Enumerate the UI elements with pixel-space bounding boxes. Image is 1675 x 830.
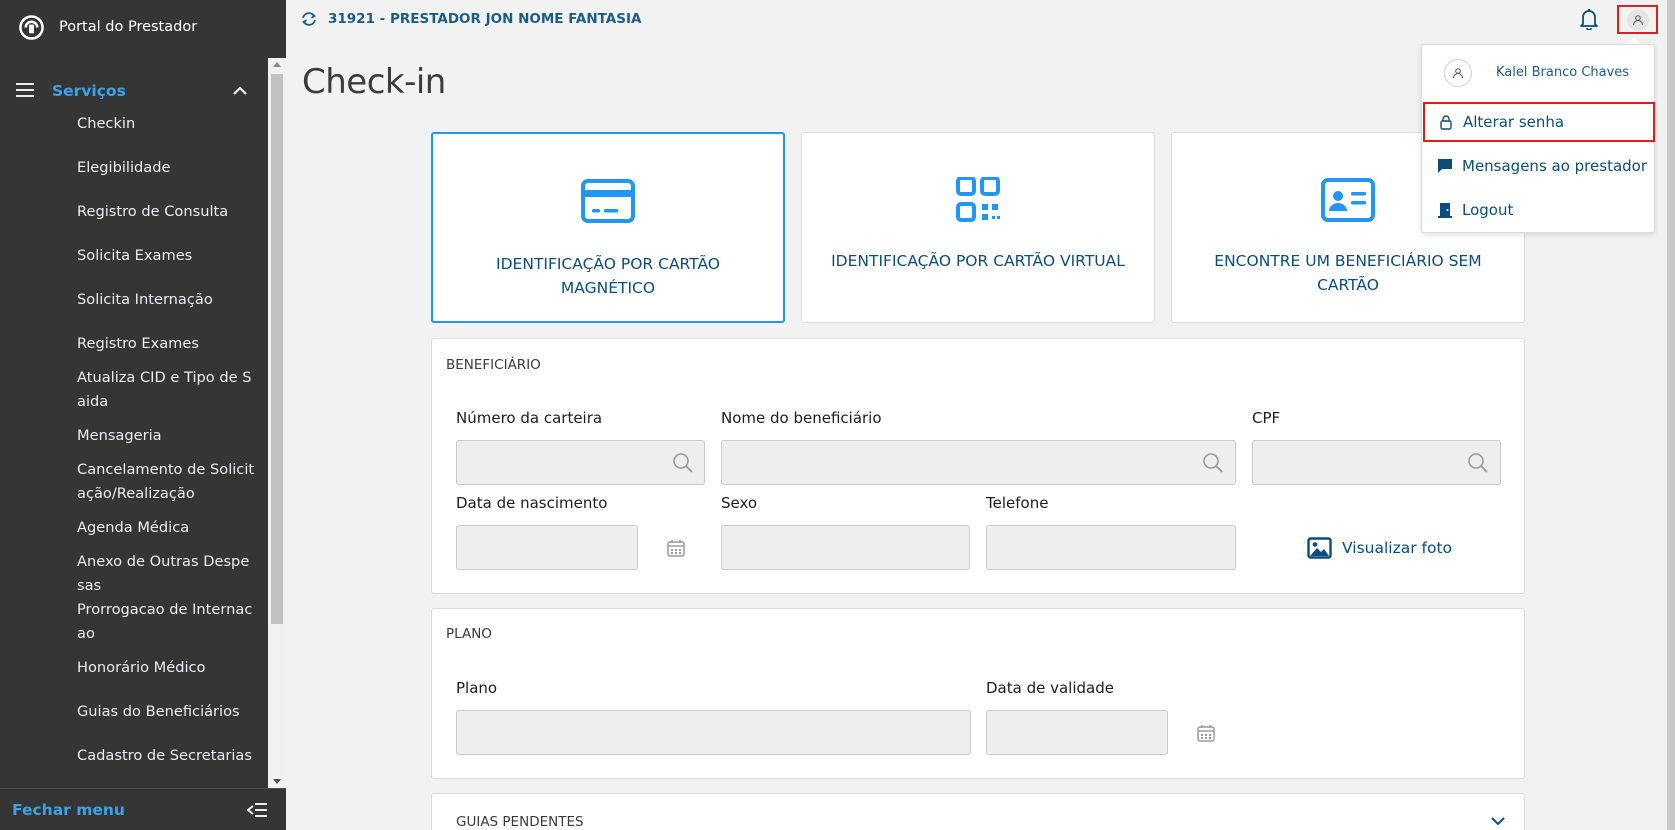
card-magnetic[interactable]: IDENTIFICAÇÃO POR CARTÃO MAGNÉTICO (431, 132, 785, 323)
card-magnetic-label: IDENTIFICAÇÃO POR CARTÃO MAGNÉTICO (496, 255, 720, 297)
logout-menu-item[interactable]: Logout (1422, 190, 1654, 230)
topbar: 31921 - PRESTADOR JON NOME FANTASIA (286, 0, 1675, 38)
data-nascimento-field[interactable] (456, 525, 638, 570)
sidebar-brand[interactable]: Portal do Prestador (0, 0, 286, 56)
visualizar-foto-label: Visualizar foto (1342, 539, 1453, 557)
data-validade-label: Data de validade (986, 679, 1114, 697)
sidebar-item-honorario[interactable]: Honorário Médico (77, 656, 257, 680)
user-icon (1453, 68, 1463, 79)
cpf-field[interactable] (1252, 440, 1501, 485)
scroll-down-arrow-icon[interactable] (273, 779, 281, 784)
sync-icon[interactable] (301, 11, 317, 27)
dropdown-username: Kalel Branco Chaves (1496, 65, 1630, 80)
calendar-icon[interactable] (1196, 723, 1216, 743)
sidebar-section-servicos[interactable]: Serviços (0, 68, 268, 108)
telefone-field[interactable] (986, 525, 1236, 570)
guias-pendentes-panel[interactable]: GUIAS PENDENTES (431, 793, 1525, 830)
sidebar-item-solicita-exames[interactable]: Solicita Exames (77, 244, 257, 268)
sidebar-item-checkin[interactable]: Checkin (77, 112, 257, 136)
logout-label: Logout (1462, 201, 1514, 219)
avatar (1444, 59, 1472, 87)
numero-carteira-label: Número da carteira (456, 409, 603, 427)
user-dropdown: Kalel Branco Chaves Alterar senha Mensag… (1421, 44, 1655, 233)
beneficiario-title: BENEFICIÁRIO (446, 357, 541, 373)
sidebar-item-anexo-despesas[interactable]: Anexo de Outras Despe sas (77, 550, 257, 598)
sidebar-item-guias-beneficiarios[interactable]: Guias do Beneficiários (77, 700, 257, 724)
sidebar-item-solicita-internacao[interactable]: Solicita Internação (77, 288, 257, 312)
image-icon (1307, 537, 1332, 559)
close-menu-label: Fechar menu (12, 801, 125, 819)
cpf-label: CPF (1252, 409, 1281, 427)
guias-pendentes-title: GUIAS PENDENTES (456, 814, 584, 830)
visualizar-foto-button[interactable]: Visualizar foto (1307, 535, 1452, 561)
search-icon[interactable] (1467, 452, 1489, 474)
menu-icon (16, 83, 34, 97)
logout-door-icon (1438, 203, 1452, 218)
sidebar-item-elegibilidade[interactable]: Elegibilidade (77, 156, 257, 180)
card-virtual[interactable]: IDENTIFICAÇÃO POR CARTÃO VIRTUAL (801, 132, 1155, 323)
user-menu-button[interactable] (1617, 5, 1658, 34)
mensagens-label: Mensagens ao prestador (1462, 157, 1648, 175)
page-scrollbar[interactable] (1667, 0, 1675, 830)
search-icon[interactable] (672, 452, 694, 474)
close-menu-button[interactable]: Fechar menu (0, 788, 286, 830)
nome-beneficiario-label: Nome do beneficiário (721, 409, 882, 427)
calendar-icon[interactable] (666, 538, 686, 558)
chevron-up-icon (233, 86, 247, 95)
user-icon (1632, 14, 1643, 25)
sidebar-item-agenda-medica[interactable]: Agenda Médica (77, 516, 257, 540)
data-nascimento-label: Data de nascimento (456, 494, 608, 512)
sidebar-item-atualiza-cid[interactable]: Atualiza CID e Tipo de S aida (77, 366, 257, 414)
sidebar: Portal do Prestador Serviços Checkin Ele… (0, 0, 286, 830)
card-virtual-label: IDENTIFICAÇÃO POR CARTÃO VIRTUAL (831, 252, 1125, 270)
sidebar-item-mensageria[interactable]: Mensageria (77, 424, 257, 448)
plano-panel: PLANO Plano Data de validade (431, 608, 1525, 779)
mensagens-menu-item[interactable]: Mensagens ao prestador (1422, 146, 1654, 186)
lock-icon (1440, 115, 1452, 130)
sexo-field[interactable] (721, 525, 970, 570)
sidebar-item-cadastro-secretarias[interactable]: Cadastro de Secretarias (77, 744, 257, 768)
dropdown-user-header: Kalel Branco Chaves (1422, 45, 1654, 100)
nome-beneficiario-field[interactable] (721, 440, 1236, 485)
totvs-logo-icon (19, 15, 44, 40)
plano-title: PLANO (446, 626, 492, 642)
page-scrollbar-thumb[interactable] (1667, 0, 1675, 830)
sidebar-brand-name: Portal do Prestador (59, 19, 198, 35)
alterar-senha-menu-item[interactable]: Alterar senha (1423, 102, 1655, 142)
sidebar-item-registro-consulta[interactable]: Registro de Consulta (77, 200, 257, 224)
sidebar-item-cancelamento[interactable]: Cancelamento de Solicit ação/Realização (77, 458, 257, 506)
sidebar-item-registro-exames[interactable]: Registro Exames (77, 332, 257, 356)
sidebar-scrollbar[interactable] (268, 58, 286, 788)
id-card-icon (1321, 178, 1375, 222)
plano-label: Plano (456, 679, 498, 697)
card-no-card-label: ENCONTRE UM BENEFICIÁRIO SEM CARTÃO (1214, 252, 1482, 294)
chat-icon (1438, 159, 1452, 173)
alterar-senha-label: Alterar senha (1463, 113, 1565, 131)
numero-carteira-field[interactable] (456, 440, 705, 485)
chevron-down-icon[interactable] (1490, 816, 1506, 826)
collapse-menu-icon (247, 803, 267, 817)
plano-field[interactable] (456, 710, 971, 755)
telefone-label: Telefone (986, 494, 1049, 512)
search-icon[interactable] (1202, 452, 1224, 474)
provider-title[interactable]: 31921 - PRESTADOR JON NOME FANTASIA (328, 11, 641, 27)
beneficiario-panel: BENEFICIÁRIO Número da carteira Nome do … (431, 338, 1525, 594)
sidebar-item-prorrogacao[interactable]: Prorrogacao de Internac ao (77, 598, 257, 646)
scroll-up-arrow-icon[interactable] (273, 62, 281, 67)
data-validade-field[interactable] (986, 710, 1168, 755)
qr-code-icon (956, 177, 1000, 222)
avatar (1626, 8, 1649, 31)
bell-icon[interactable] (1579, 8, 1599, 30)
sexo-label: Sexo (721, 494, 758, 512)
sidebar-scrollbar-thumb[interactable] (271, 74, 283, 624)
sidebar-menu: Serviços Checkin Elegibilidade Registro … (0, 58, 286, 788)
page-title: Check-in (302, 62, 446, 102)
credit-card-icon (581, 179, 635, 223)
sidebar-section-label: Serviços (52, 82, 126, 100)
